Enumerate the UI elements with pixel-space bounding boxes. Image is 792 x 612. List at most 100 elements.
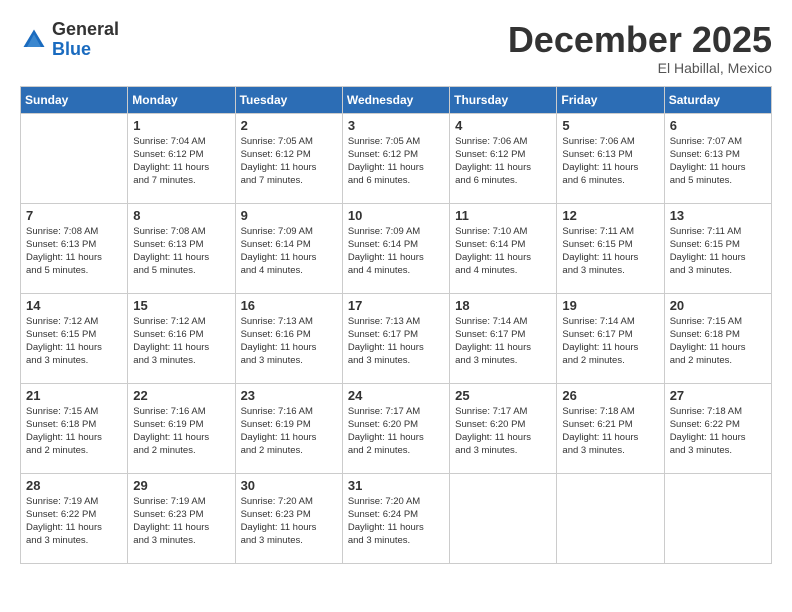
calendar-cell: 22 Sunrise: 7:16 AM Sunset: 6:19 PM Dayli…: [128, 383, 235, 473]
day-number: 14: [26, 298, 122, 313]
day-info: Sunrise: 7:17 AM Sunset: 6:20 PM Dayligh…: [455, 405, 551, 458]
week-row-4: 21 Sunrise: 7:15 AM Sunset: 6:18 PM Dayli…: [21, 383, 772, 473]
day-info: Sunrise: 7:18 AM Sunset: 6:21 PM Dayligh…: [562, 405, 658, 458]
day-info: Sunrise: 7:05 AM Sunset: 6:12 PM Dayligh…: [348, 135, 444, 188]
day-info: Sunrise: 7:15 AM Sunset: 6:18 PM Dayligh…: [670, 315, 766, 368]
logo: General Blue: [20, 20, 119, 60]
calendar-cell: 10 Sunrise: 7:09 AM Sunset: 6:14 PM Dayli…: [342, 203, 449, 293]
day-info: Sunrise: 7:17 AM Sunset: 6:20 PM Dayligh…: [348, 405, 444, 458]
day-number: 11: [455, 208, 551, 223]
logo-text: General Blue: [52, 20, 119, 60]
day-number: 20: [670, 298, 766, 313]
calendar-cell: 4 Sunrise: 7:06 AM Sunset: 6:12 PM Daylig…: [450, 113, 557, 203]
calendar-cell: 16Sunrise: 7:13 AM Sunset: 6:16 PM Dayli…: [235, 293, 342, 383]
day-number: 25: [455, 388, 551, 403]
day-info: Sunrise: 7:20 AM Sunset: 6:23 PM Dayligh…: [241, 495, 337, 548]
calendar-cell: 24Sunrise: 7:17 AM Sunset: 6:20 PM Dayli…: [342, 383, 449, 473]
day-number: 21: [26, 388, 122, 403]
day-info: Sunrise: 7:06 AM Sunset: 6:13 PM Dayligh…: [562, 135, 658, 188]
month-title: December 2025: [508, 20, 772, 60]
calendar-cell: [21, 113, 128, 203]
week-row-5: 28Sunrise: 7:19 AM Sunset: 6:22 PM Dayli…: [21, 473, 772, 563]
day-info: Sunrise: 7:05 AM Sunset: 6:12 PM Dayligh…: [241, 135, 337, 188]
day-number: 27: [670, 388, 766, 403]
day-header-row: SundayMondayTuesdayWednesdayThursdayFrid…: [21, 86, 772, 113]
day-number: 9: [241, 208, 337, 223]
day-info: Sunrise: 7:19 AM Sunset: 6:22 PM Dayligh…: [26, 495, 122, 548]
page-header: General Blue December 2025 El Habillal, …: [20, 20, 772, 76]
logo-general: General: [52, 19, 119, 39]
day-number: 7: [26, 208, 122, 223]
calendar-table: SundayMondayTuesdayWednesdayThursdayFrid…: [20, 86, 772, 564]
day-number: 26: [562, 388, 658, 403]
day-info: Sunrise: 7:10 AM Sunset: 6:14 PM Dayligh…: [455, 225, 551, 278]
calendar-cell: 27 Sunrise: 7:18 AM Sunset: 6:22 PM Dayli…: [664, 383, 771, 473]
calendar-cell: 25 Sunrise: 7:17 AM Sunset: 6:20 PM Dayli…: [450, 383, 557, 473]
day-header-tuesday: Tuesday: [235, 86, 342, 113]
day-info: Sunrise: 7:09 AM Sunset: 6:14 PM Dayligh…: [348, 225, 444, 278]
day-header-monday: Monday: [128, 86, 235, 113]
day-info: Sunrise: 7:08 AM Sunset: 6:13 PM Dayligh…: [133, 225, 229, 278]
day-info: Sunrise: 7:12 AM Sunset: 6:15 PM Dayligh…: [26, 315, 122, 368]
day-info: Sunrise: 7:06 AM Sunset: 6:12 PM Dayligh…: [455, 135, 551, 188]
day-info: Sunrise: 7:07 AM Sunset: 6:13 PM Dayligh…: [670, 135, 766, 188]
day-number: 13: [670, 208, 766, 223]
day-info: Sunrise: 7:09 AM Sunset: 6:14 PM Dayligh…: [241, 225, 337, 278]
day-number: 15: [133, 298, 229, 313]
day-number: 10: [348, 208, 444, 223]
day-number: 3: [348, 118, 444, 133]
logo-icon: [20, 26, 48, 54]
calendar-cell: 7 Sunrise: 7:08 AM Sunset: 6:13 PM Daylig…: [21, 203, 128, 293]
calendar-cell: 23 Sunrise: 7:16 AM Sunset: 6:19 PM Dayli…: [235, 383, 342, 473]
day-info: Sunrise: 7:19 AM Sunset: 6:23 PM Dayligh…: [133, 495, 229, 548]
day-info: Sunrise: 7:14 AM Sunset: 6:17 PM Dayligh…: [455, 315, 551, 368]
day-number: 16: [241, 298, 337, 313]
day-info: Sunrise: 7:11 AM Sunset: 6:15 PM Dayligh…: [562, 225, 658, 278]
calendar-cell: 19Sunrise: 7:14 AM Sunset: 6:17 PM Dayli…: [557, 293, 664, 383]
day-number: 18: [455, 298, 551, 313]
day-number: 30: [241, 478, 337, 493]
day-info: Sunrise: 7:12 AM Sunset: 6:16 PM Dayligh…: [133, 315, 229, 368]
calendar-cell: [450, 473, 557, 563]
title-block: December 2025 El Habillal, Mexico: [508, 20, 772, 76]
calendar-cell: 14 Sunrise: 7:12 AM Sunset: 6:15 PM Dayli…: [21, 293, 128, 383]
day-info: Sunrise: 7:16 AM Sunset: 6:19 PM Dayligh…: [241, 405, 337, 458]
calendar-cell: 30 Sunrise: 7:20 AM Sunset: 6:23 PM Dayli…: [235, 473, 342, 563]
calendar-cell: 21 Sunrise: 7:15 AM Sunset: 6:18 PM Dayli…: [21, 383, 128, 473]
day-info: Sunrise: 7:08 AM Sunset: 6:13 PM Dayligh…: [26, 225, 122, 278]
day-info: Sunrise: 7:13 AM Sunset: 6:17 PM Dayligh…: [348, 315, 444, 368]
calendar-cell: 6 Sunrise: 7:07 AM Sunset: 6:13 PM Daylig…: [664, 113, 771, 203]
day-info: Sunrise: 7:04 AM Sunset: 6:12 PM Dayligh…: [133, 135, 229, 188]
calendar-cell: 31Sunrise: 7:20 AM Sunset: 6:24 PM Dayli…: [342, 473, 449, 563]
day-number: 31: [348, 478, 444, 493]
calendar-cell: 15 Sunrise: 7:12 AM Sunset: 6:16 PM Dayli…: [128, 293, 235, 383]
day-number: 22: [133, 388, 229, 403]
day-number: 23: [241, 388, 337, 403]
day-number: 4: [455, 118, 551, 133]
day-header-thursday: Thursday: [450, 86, 557, 113]
day-info: Sunrise: 7:11 AM Sunset: 6:15 PM Dayligh…: [670, 225, 766, 278]
calendar-cell: 29 Sunrise: 7:19 AM Sunset: 6:23 PM Dayli…: [128, 473, 235, 563]
week-row-1: 1 Sunrise: 7:04 AM Sunset: 6:12 PM Daylig…: [21, 113, 772, 203]
calendar-cell: 28Sunrise: 7:19 AM Sunset: 6:22 PM Dayli…: [21, 473, 128, 563]
day-info: Sunrise: 7:16 AM Sunset: 6:19 PM Dayligh…: [133, 405, 229, 458]
calendar-cell: 20 Sunrise: 7:15 AM Sunset: 6:18 PM Dayli…: [664, 293, 771, 383]
week-row-3: 14 Sunrise: 7:12 AM Sunset: 6:15 PM Dayli…: [21, 293, 772, 383]
calendar-cell: 5 Sunrise: 7:06 AM Sunset: 6:13 PM Daylig…: [557, 113, 664, 203]
day-number: 5: [562, 118, 658, 133]
day-info: Sunrise: 7:15 AM Sunset: 6:18 PM Dayligh…: [26, 405, 122, 458]
day-number: 6: [670, 118, 766, 133]
week-row-2: 7 Sunrise: 7:08 AM Sunset: 6:13 PM Daylig…: [21, 203, 772, 293]
day-header-wednesday: Wednesday: [342, 86, 449, 113]
day-number: 17: [348, 298, 444, 313]
calendar-cell: [557, 473, 664, 563]
calendar-cell: 8Sunrise: 7:08 AM Sunset: 6:13 PM Daylig…: [128, 203, 235, 293]
day-info: Sunrise: 7:18 AM Sunset: 6:22 PM Dayligh…: [670, 405, 766, 458]
day-number: 29: [133, 478, 229, 493]
day-number: 1: [133, 118, 229, 133]
calendar-cell: 1 Sunrise: 7:04 AM Sunset: 6:12 PM Daylig…: [128, 113, 235, 203]
calendar-cell: 2Sunrise: 7:05 AM Sunset: 6:12 PM Daylig…: [235, 113, 342, 203]
logo-blue: Blue: [52, 39, 91, 59]
calendar-cell: 18 Sunrise: 7:14 AM Sunset: 6:17 PM Dayli…: [450, 293, 557, 383]
calendar-cell: 13 Sunrise: 7:11 AM Sunset: 6:15 PM Dayli…: [664, 203, 771, 293]
